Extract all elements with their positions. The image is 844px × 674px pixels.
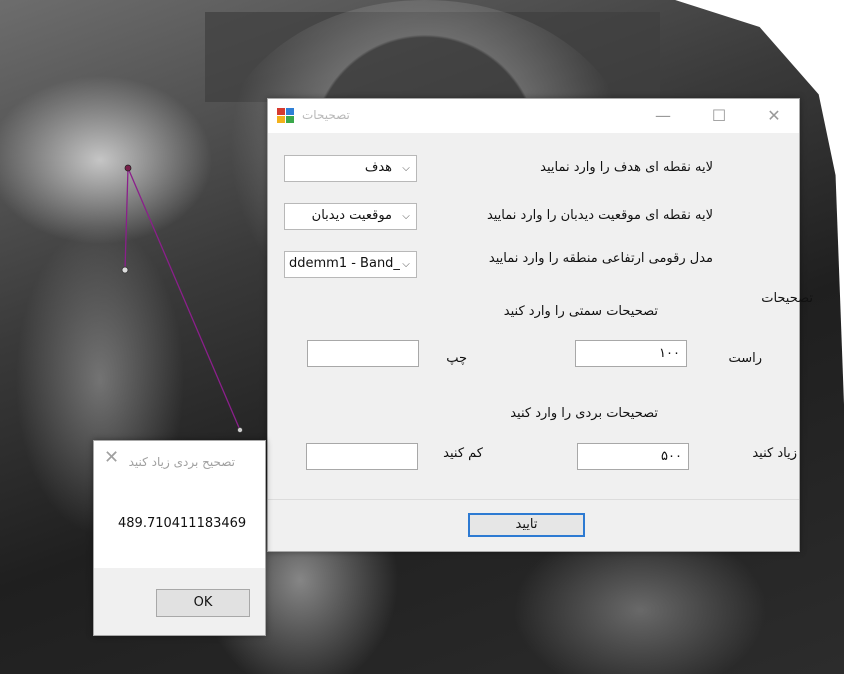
target-layer-value: هدف [364, 160, 392, 175]
observer-layer-select[interactable]: موقعیت دیدبان ⌵ [284, 203, 417, 230]
observer-point [121, 266, 129, 274]
app-icon [277, 108, 294, 123]
dialog-title: تصحیحات [302, 108, 350, 122]
maximize-button[interactable]: ☐ [705, 105, 733, 127]
decrease-label: کم کنید [443, 446, 483, 461]
confirm-button[interactable]: تایید [468, 513, 585, 537]
target-layer-label: لایه نقطه ای هدف را وارد نمایید [540, 160, 713, 175]
sight-line [124, 167, 241, 431]
dem-label: مدل رقومی ارتفاعی منطقه را وارد نمایید [488, 251, 713, 266]
right-input[interactable]: ۱۰۰ [575, 340, 687, 367]
left-label: چپ [446, 351, 467, 366]
right-label: راست [728, 351, 762, 366]
decrease-input[interactable] [306, 443, 418, 470]
range-heading: تصحیحات بردی را وارد کنید [510, 406, 658, 421]
observer-layer-value: موقعیت دیدبان [311, 208, 392, 223]
left-input[interactable] [307, 340, 419, 367]
minimize-button[interactable]: — [649, 105, 677, 127]
increase-input-value: ۵۰۰ [661, 449, 682, 464]
close-icon[interactable]: ✕ [104, 447, 119, 468]
corrections-dialog: تصحیحات — ☐ ✕ هدف ⌵ لایه نقطه ای هدف را … [267, 98, 813, 552]
dem-select[interactable]: ddemm1 - Band_ ⌵ [284, 251, 417, 278]
ok-button[interactable]: OK [156, 589, 250, 617]
close-button[interactable]: ✕ [760, 105, 788, 127]
message-box-title: تصحیح بردی زیاد کنید [128, 455, 235, 469]
dialog-titlebar: تصحیحات — ☐ ✕ [268, 99, 799, 133]
target-layer-select[interactable]: هدف ⌵ [284, 155, 417, 182]
azimuth-heading: تصحیحات سمتی را وارد کنید [503, 304, 658, 319]
corrections-heading: تصحیحات [761, 291, 813, 306]
footer-separator [268, 499, 799, 500]
chevron-down-icon: ⌵ [402, 259, 410, 270]
target-point [124, 164, 132, 172]
right-input-value: ۱۰۰ [659, 346, 680, 361]
observer-layer-label: لایه نقطه ای موقعیت دیدبان را وارد نمایی… [486, 208, 713, 223]
message-box: ✕ تصحیح بردی زیاد کنید 489.710411183469 … [93, 440, 266, 636]
chevron-down-icon: ⌵ [402, 163, 410, 174]
message-text: 489.710411183469 [118, 516, 247, 531]
chevron-down-icon: ⌵ [402, 211, 410, 222]
dem-value: ddemm1 - Band_ [289, 256, 400, 271]
increase-input[interactable]: ۵۰۰ [577, 443, 689, 470]
end-point [237, 427, 243, 433]
increase-label: زیاد کنید [752, 446, 797, 461]
